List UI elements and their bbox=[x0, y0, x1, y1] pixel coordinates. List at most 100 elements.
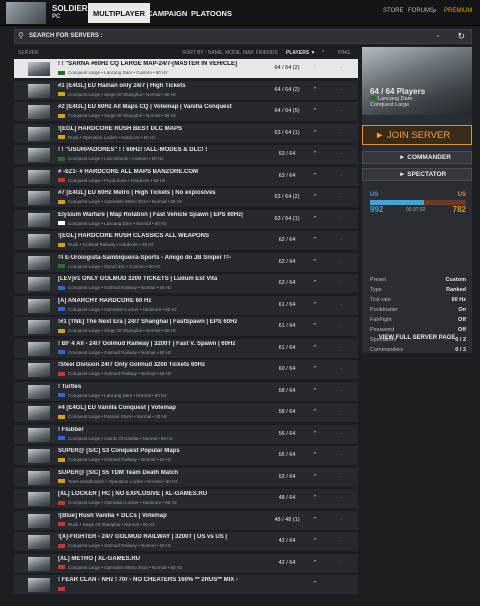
server-ping: - bbox=[340, 452, 342, 458]
column-server[interactable]: SERVER bbox=[18, 50, 38, 56]
server-info-row: Type Ranked bbox=[370, 287, 466, 296]
server-row[interactable]: Elysium Warfare | Map Rotation | Fast Ve… bbox=[14, 209, 358, 230]
server-name: ![EGL] HARDCORE RUSH BEST DLC MAPS bbox=[58, 125, 182, 132]
server-info-row: Commanders 0 / 2 bbox=[370, 347, 466, 356]
server-players: 58 / 64 bbox=[278, 387, 296, 394]
server-row[interactable]: =I E-Urologista-Sambiqueira-Sports - Ami… bbox=[14, 252, 358, 273]
server-name: ! Flubber bbox=[58, 426, 84, 433]
avatar[interactable] bbox=[6, 2, 46, 24]
search-bar[interactable]: ⚲ SEARCH FOR SERVERS : ⌄ ↻ bbox=[14, 29, 472, 44]
server-meta-text: Conquest Large • Lost Islands • Custom •… bbox=[68, 156, 164, 161]
server-name: Elysium Warfare | Map Rotation | Fast Ve… bbox=[58, 211, 243, 218]
rank-sort-icon[interactable]: ⌃ bbox=[321, 50, 325, 56]
store-link[interactable]: STORE bbox=[383, 8, 404, 14]
rank-icon: ⌃ bbox=[312, 323, 318, 330]
column-players[interactable]: PLAYERS ▼ bbox=[286, 50, 316, 56]
server-name: ! Turtles bbox=[58, 383, 82, 390]
forums-link[interactable]: FORUMS bbox=[408, 8, 434, 14]
team1-score: 992 bbox=[370, 205, 384, 214]
server-row[interactable]: ! FEAR CLAN - NHz ! 70r - NO CHEATERS 16… bbox=[14, 575, 358, 595]
join-server-button[interactable]: ► JOIN SERVER bbox=[362, 125, 472, 145]
server-meta: Rush • Golmud Railway • Hardcore • 60 Hz bbox=[58, 242, 154, 247]
flag-icon bbox=[58, 156, 65, 161]
server-row[interactable]: #1 [E4GL] EU Hainan only 24/7 | High Tic… bbox=[14, 80, 358, 101]
server-meta-text: Conquest Large • Flood Zone • Hardcore •… bbox=[68, 177, 166, 183]
server-row[interactable]: ![Blue] Rush Vanilla + DLCs | Votemap Rus… bbox=[14, 510, 358, 531]
server-row[interactable]: ! Flubber Conquest Large • Giants Of Kare… bbox=[14, 424, 358, 445]
tab-campaign[interactable]: CAMPAIGN bbox=[142, 3, 192, 23]
map-thumbnail bbox=[28, 406, 50, 420]
spectator-button[interactable]: ► SPECTATOR bbox=[362, 168, 472, 181]
player-count: 64 / 64 Players bbox=[370, 87, 426, 96]
rank-icon: ⌃ bbox=[312, 129, 318, 137]
column-ping[interactable]: PING bbox=[338, 50, 350, 56]
server-row[interactable]: SUPER@ [SiC] S3 Conquest Popular Maps Con… bbox=[14, 446, 358, 466]
soldier-menu[interactable]: SOLDIER PC bbox=[52, 4, 88, 22]
server-meta: Conquest Large • Operation Locker • Hard… bbox=[58, 500, 177, 505]
server-row[interactable]: ![EGL] HARDCORE RUSH CLASSICS ALL WEAPON… bbox=[14, 231, 358, 251]
server-row[interactable]: ![EGL] HARDCORE RUSH BEST DLC MAPS Rush •… bbox=[14, 123, 358, 144]
info-value: On bbox=[458, 307, 466, 313]
server-name: !#1 [TNE] The Next Era | 24/7 Shanghai |… bbox=[58, 319, 238, 325]
server-meta: Conquest Large • Zavod 311 • Custom • 60… bbox=[58, 264, 160, 269]
server-row[interactable]: [XL] LOCKER | HC | NO EXPLOSIVE | XL-GAM… bbox=[14, 489, 358, 509]
server-row[interactable]: [LEV]#1 ONLY GOLMUD 3200 TICKETS | Ludum… bbox=[14, 274, 358, 294]
server-name: ![Blue] Rush Vanilla + DLCs | Votemap bbox=[58, 512, 167, 519]
server-row[interactable]: ! BF 4 All - 24/7 Golmud Railway | 3200T… bbox=[14, 338, 358, 359]
rank-icon: ⌃ bbox=[312, 86, 318, 94]
server-row[interactable]: # -bZ1- # HARDCORE ALL MAPS BANZORE.COM C… bbox=[14, 166, 358, 187]
map-thumbnail bbox=[28, 492, 50, 506]
server-name: =I E-Urologista-Sambiqueira-Sports - Ami… bbox=[58, 254, 232, 261]
server-ping: - bbox=[340, 86, 342, 93]
server-players: 60 / 64 bbox=[278, 366, 296, 372]
info-key: Tick rate bbox=[370, 297, 391, 303]
server-row[interactable]: ! ! "SARNA #60Hz CQ LARGE MAP-24/7-[MAST… bbox=[14, 59, 358, 79]
server-players: 62 / 64 bbox=[278, 280, 296, 286]
map-thumbnail bbox=[28, 535, 50, 549]
server-players: 42 / 64 bbox=[278, 559, 296, 566]
server-row[interactable]: #7 [E4GL] EU 60Hz Metro | High Tickets |… bbox=[14, 188, 358, 208]
tab-platoons[interactable]: PLATOONS bbox=[186, 3, 237, 23]
server-row[interactable]: !#1 [TNE] The Next Era | 24/7 Shanghai |… bbox=[14, 317, 358, 337]
server-row[interactable]: [A] ANARCHY HARDCORE 60 Hz Conquest Large… bbox=[14, 295, 358, 316]
refresh-icon[interactable]: ↻ bbox=[457, 31, 465, 42]
chevron-down-icon[interactable]: ⌄ bbox=[435, 31, 441, 39]
tab-multiplayer[interactable]: MULTIPLAYER bbox=[88, 3, 151, 23]
info-key: Commanders bbox=[370, 347, 404, 353]
server-meta-text: Rush • Operation Locker • Hardcore • 60 … bbox=[68, 134, 156, 140]
premium-link[interactable]: PREMIUM bbox=[444, 8, 472, 14]
view-full-server-page-link[interactable]: VIEW FULL SERVER PAGE bbox=[362, 335, 472, 341]
map-info: 64 / 64 Players Lancang Dam Conquest Lar… bbox=[370, 87, 425, 108]
server-meta: Conquest Large • Golmud Railway • Normal… bbox=[58, 371, 171, 376]
info-key: Preset bbox=[370, 277, 386, 283]
flag-icon bbox=[370, 96, 376, 100]
sort-by[interactable]: SORT BY : NAME, MODE, MAP, FRIENDS bbox=[182, 50, 278, 56]
server-players: 62 / 64 bbox=[278, 237, 296, 243]
server-row[interactable]: SUPER@ [SiC] S5 TDM Team Death Match Team… bbox=[14, 467, 358, 488]
server-row[interactable]: ! Turtles Conquest Large • Lancang Dam • … bbox=[14, 381, 358, 402]
server-row[interactable]: [XL] METRO | XL-GAMES.RU Conquest Large •… bbox=[14, 553, 358, 574]
server-players: 42 / 64 bbox=[278, 538, 296, 544]
flag-icon bbox=[58, 264, 65, 269]
rank-icon: ⌃ bbox=[312, 430, 318, 438]
score-bar bbox=[370, 200, 466, 205]
search-label: SEARCH FOR SERVERS : bbox=[29, 33, 103, 39]
map-thumbnail bbox=[28, 470, 50, 485]
rank-icon: ⌃ bbox=[312, 516, 318, 524]
server-players: 48 / 64 bbox=[278, 495, 296, 501]
search-icon: ⚲ bbox=[18, 31, 24, 40]
server-players: 61 / 64 bbox=[278, 301, 296, 308]
server-meta: Conquest Large • Flood Zone • Hardcore •… bbox=[58, 178, 165, 183]
server-row[interactable]: #2 [E4GL] EU 60Hz All Maps CQ | Votemap … bbox=[14, 102, 358, 122]
server-row[interactable]: !Steel Division 24/7 Only Golmud 3200 Ti… bbox=[14, 360, 358, 380]
server-row[interactable]: #4 [E4GL] EU Vanilla Conquest | Votemap C… bbox=[14, 403, 358, 423]
server-ping: - bbox=[340, 65, 342, 71]
server-name: #7 [E4GL] EU 60Hz Metro | High Tickets |… bbox=[58, 190, 216, 196]
server-meta-text: Conquest Large • Golmud Railway • Normal… bbox=[68, 371, 172, 376]
commander-button[interactable]: ► COMMANDER bbox=[362, 151, 472, 164]
server-row[interactable]: ![X]-FIGHTER - 24/7 GOLMUD RAILWAY | 320… bbox=[14, 532, 358, 552]
server-ping: - bbox=[340, 194, 342, 200]
map-thumbnail bbox=[28, 578, 50, 592]
server-row[interactable]: ! ! "USURPADORES" ! ! 60Hz! !ALL-MODES &… bbox=[14, 145, 358, 165]
info-value: Ranked bbox=[446, 287, 466, 293]
